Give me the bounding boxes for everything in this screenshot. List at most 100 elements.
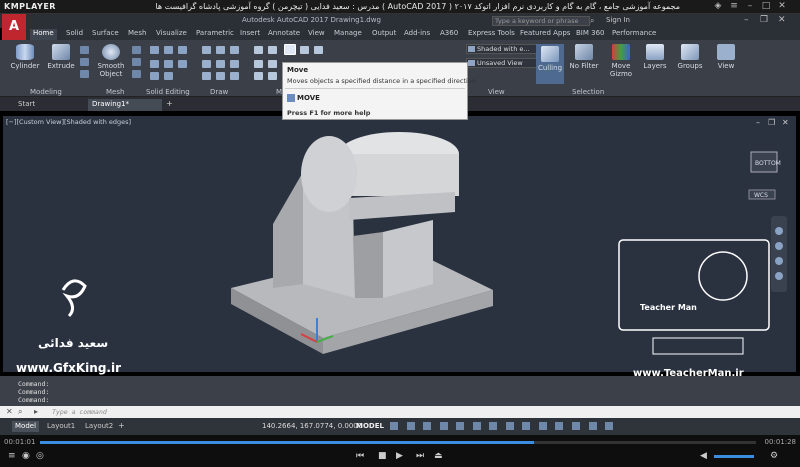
move-icon[interactable]: [284, 44, 296, 55]
mesh-tool-icon-1[interactable]: [132, 46, 141, 54]
tab-insert[interactable]: Insert: [240, 29, 260, 37]
model-space-toggle[interactable]: MODEL: [356, 422, 384, 430]
tab-start[interactable]: Start: [14, 99, 80, 111]
stop-icon[interactable]: ■: [378, 451, 387, 461]
smooth-object-button[interactable]: Smooth Object: [94, 44, 128, 78]
rotate-icon[interactable]: [300, 46, 309, 54]
modify-icon-2[interactable]: [268, 46, 277, 54]
tab-bim-360[interactable]: BIM 360: [576, 29, 605, 37]
line-icon[interactable]: [202, 46, 211, 54]
hatch-icon[interactable]: [216, 72, 225, 80]
spline-icon[interactable]: [230, 72, 239, 80]
wrench-icon[interactable]: ✕: [6, 407, 13, 416]
sign-in-button[interactable]: Sign In: [606, 16, 630, 24]
tab-surface[interactable]: Surface: [92, 29, 119, 37]
copy-icon[interactable]: [254, 60, 263, 68]
trim-icon[interactable]: [314, 46, 323, 54]
tab-express-tools[interactable]: Express Tools: [468, 29, 515, 37]
tab-visualize[interactable]: Visualize: [156, 29, 187, 37]
tab-mesh[interactable]: Mesh: [128, 29, 146, 37]
acad-close-icon[interactable]: ✕: [778, 15, 786, 25]
tab-parametric[interactable]: Parametric: [196, 29, 234, 37]
solid-edit-icon-8[interactable]: [164, 72, 173, 80]
acad-restore-icon[interactable]: ❐: [760, 15, 768, 25]
tab-performance[interactable]: Performance: [612, 29, 656, 37]
tab-add-ins[interactable]: Add-ins: [404, 29, 430, 37]
viewport-minimize-icon[interactable]: –: [756, 118, 760, 127]
solid-edit-icon-5[interactable]: [164, 60, 173, 68]
panel-draw[interactable]: Draw: [210, 88, 228, 96]
command-input[interactable]: ✕ ⌕ ▸ Type a command: [0, 406, 800, 418]
extrude-button[interactable]: Extrude: [44, 44, 78, 70]
rectangle-icon[interactable]: [216, 60, 225, 68]
open-icon[interactable]: ⏏: [434, 451, 443, 461]
no-filter-button[interactable]: No Filter: [568, 44, 600, 70]
arc-icon[interactable]: [202, 60, 211, 68]
polygon-icon[interactable]: [230, 60, 239, 68]
view-button[interactable]: View: [712, 44, 740, 70]
solid-edit-icon-2[interactable]: [164, 46, 173, 54]
panel-view[interactable]: View: [488, 88, 505, 96]
mesh-tool-icon-3[interactable]: [132, 70, 141, 78]
close-icon[interactable]: ✕: [776, 1, 788, 12]
scale-icon[interactable]: [268, 72, 277, 80]
next-icon[interactable]: ⏭: [416, 451, 424, 461]
solid-edit-icon-6[interactable]: [178, 60, 187, 68]
drawing-viewport[interactable]: BOTTOM WCS: [3, 116, 796, 372]
union-icon[interactable]: [80, 46, 89, 54]
play-icon[interactable]: ▶: [396, 451, 403, 461]
tab-drawing1[interactable]: Drawing1*: [88, 99, 162, 111]
acad-minimize-icon[interactable]: –: [744, 15, 749, 25]
tab-solid[interactable]: Solid: [66, 29, 83, 37]
layers-button[interactable]: Layers: [640, 44, 670, 70]
tab-layout2[interactable]: Layout2: [82, 421, 116, 432]
solid-edit-icon-4[interactable]: [150, 60, 159, 68]
panel-selection[interactable]: Selection: [572, 88, 604, 96]
search-input[interactable]: Type a keyword or phrase: [492, 16, 590, 26]
tab-featured-apps[interactable]: Featured Apps: [520, 29, 570, 37]
tab-home[interactable]: Home: [30, 29, 57, 40]
circle-icon[interactable]: [230, 46, 239, 54]
viewport-controls-label[interactable]: [−][Custom View][Shaded with edges]: [6, 118, 131, 126]
cylinder-button[interactable]: Cylinder: [8, 44, 42, 70]
tab-a360[interactable]: A360: [440, 29, 458, 37]
stretch-icon[interactable]: [254, 72, 263, 80]
tab-output[interactable]: Output: [372, 29, 396, 37]
pin-icon[interactable]: ◈: [712, 1, 724, 12]
settings-icon[interactable]: ≡: [728, 1, 740, 12]
capture-icon[interactable]: ◉: [22, 451, 30, 461]
polyline-icon[interactable]: [216, 46, 225, 54]
acad-application-button[interactable]: A: [2, 14, 26, 42]
seek-bar[interactable]: [40, 441, 756, 444]
tab-view[interactable]: View: [308, 29, 325, 37]
panel-modeling[interactable]: Modeling: [30, 88, 62, 96]
move-gizmo-button[interactable]: Move Gizmo: [604, 44, 638, 78]
equalizer-icon[interactable]: ⚙: [770, 451, 778, 461]
panel-mesh[interactable]: Mesh: [106, 88, 124, 96]
subtract-icon[interactable]: [80, 58, 89, 66]
tab-layout1[interactable]: Layout1: [44, 421, 78, 432]
solid-edit-icon-7[interactable]: [150, 72, 159, 80]
modify-icon-1[interactable]: [254, 46, 263, 54]
search-command-icon[interactable]: ⌕: [18, 407, 22, 417]
previous-icon[interactable]: ⏮: [356, 451, 364, 461]
panel-solid-editing[interactable]: Solid Editing: [146, 88, 190, 96]
culling-button[interactable]: Culling: [536, 44, 564, 84]
add-layout-icon[interactable]: +: [118, 421, 125, 430]
tab-manage[interactable]: Manage: [334, 29, 362, 37]
playlist-icon[interactable]: ≡: [8, 451, 16, 461]
viewport-restore-icon[interactable]: ❐: [768, 118, 775, 127]
viewport-close-icon[interactable]: ✕: [782, 118, 789, 127]
tab-model[interactable]: Model: [12, 421, 40, 432]
mirror-icon[interactable]: [268, 60, 277, 68]
solid-edit-icon-3[interactable]: [178, 46, 187, 54]
status-toggle-icons[interactable]: [390, 422, 790, 431]
new-tab-icon[interactable]: +: [166, 99, 173, 108]
volume-icon[interactable]: ◀: [700, 451, 707, 461]
minimize-icon[interactable]: –: [744, 1, 756, 12]
ellipse-icon[interactable]: [202, 72, 211, 80]
maximize-icon[interactable]: □: [760, 1, 772, 12]
tab-annotate[interactable]: Annotate: [268, 29, 300, 37]
intersect-icon[interactable]: [80, 70, 89, 78]
solid-edit-icon-1[interactable]: [150, 46, 159, 54]
